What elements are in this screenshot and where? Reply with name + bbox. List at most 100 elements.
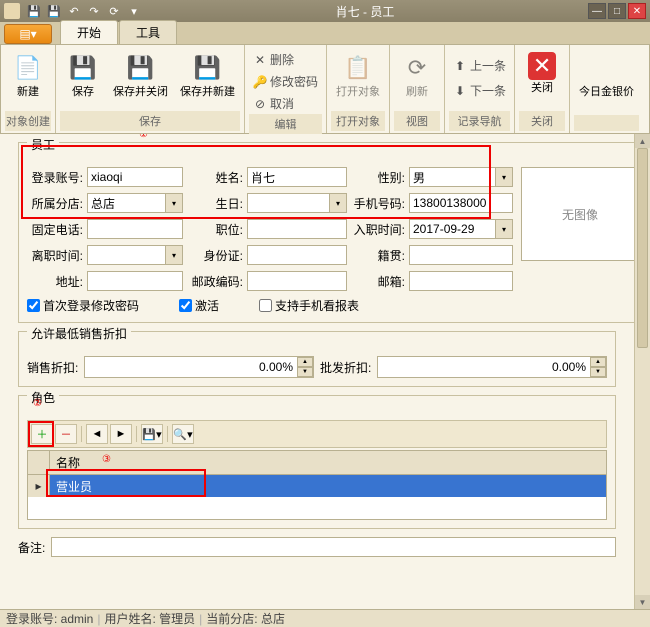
scroll-down-button[interactable]: ▼ [635, 595, 650, 609]
quick-access-toolbar: 💾 💾 ↶ ↷ ⟳ ▾ [26, 3, 142, 19]
birth-input[interactable] [247, 193, 329, 213]
new-icon: 📄 [12, 52, 44, 84]
mobile-input[interactable] [409, 193, 513, 213]
app-menu-button[interactable]: ▤▾ [4, 24, 52, 44]
prev-record-button[interactable]: ⬆上一条 [449, 55, 510, 76]
qat-undo-icon[interactable]: ↶ [66, 3, 82, 19]
whole-down-button[interactable]: ▼ [590, 367, 606, 377]
gender-label: 性别: [351, 169, 405, 186]
role-next-button[interactable]: ► [110, 424, 132, 444]
gold-icon [591, 52, 623, 84]
sale-down-button[interactable]: ▼ [297, 367, 313, 377]
role-row-selected[interactable]: ▸ 营业员 [28, 475, 606, 497]
firstpwd-checkbox[interactable]: 首次登录修改密码 [27, 297, 139, 314]
status-store: 当前分店: 总店 [206, 610, 285, 627]
qat-saveclose-icon[interactable]: 💾 [46, 3, 62, 19]
qat-dropdown-icon[interactable]: ▾ [126, 3, 142, 19]
remark-input[interactable] [51, 537, 616, 557]
qat-refresh-icon[interactable]: ⟳ [106, 3, 122, 19]
save-icon: 💾 [67, 52, 99, 84]
login-input[interactable] [87, 167, 183, 187]
leave-input[interactable] [87, 245, 165, 265]
gender-input[interactable] [409, 167, 495, 187]
native-label: 籍贯: [351, 247, 405, 264]
status-user: 用户姓名: 管理员 [104, 610, 195, 627]
zip-input[interactable] [247, 271, 347, 291]
hire-input[interactable] [409, 219, 495, 239]
scroll-thumb[interactable] [637, 148, 648, 348]
whole-up-button[interactable]: ▲ [590, 357, 606, 367]
sale-up-button[interactable]: ▲ [297, 357, 313, 367]
new-button[interactable]: 📄新建 [5, 47, 51, 104]
login-label: 登录账号: [27, 169, 83, 186]
gender-dropdown-button[interactable]: ▾ [495, 167, 513, 187]
tel-input[interactable] [87, 219, 183, 239]
birth-dropdown-button[interactable]: ▾ [329, 193, 347, 213]
close-button[interactable]: ✕关闭 [519, 47, 565, 100]
discount-fieldset: 允许最低销售折扣 销售折扣: 0.00%▲▼ 批发折扣: 0.00%▲▼ [18, 331, 616, 387]
email-input[interactable] [409, 271, 513, 291]
store-dropdown-button[interactable]: ▾ [165, 193, 183, 213]
close-window-button[interactable]: ✕ [628, 3, 646, 19]
store-input[interactable] [87, 193, 165, 213]
role-fieldset: 角色 ② ＋ － ◄ ► 💾▾ 🔍▾ ③ 名称 ▸ 营业员 [18, 395, 616, 529]
role-export-button[interactable]: 💾▾ [141, 424, 163, 444]
role-prev-button[interactable]: ◄ [86, 424, 108, 444]
next-record-button[interactable]: ⬇下一条 [449, 80, 510, 101]
checkbox-row: 首次登录修改密码 激活 支持手机看报表 [27, 297, 513, 314]
group-view-label: 视图 [394, 111, 440, 131]
maximize-button[interactable]: □ [608, 3, 626, 19]
role-search-button[interactable]: 🔍▾ [172, 424, 194, 444]
annotation-1: ① [139, 134, 148, 140]
name-label: 姓名: [187, 169, 243, 186]
vertical-scrollbar[interactable]: ▲ ▼ [634, 134, 650, 609]
qat-save-icon[interactable]: 💾 [26, 3, 42, 19]
idcard-input[interactable] [247, 245, 347, 265]
gold-price-button[interactable]: 今日金银价 [574, 47, 639, 104]
idcard-label: 身份证: [187, 247, 243, 264]
discount-legend: 允许最低销售折扣 [27, 325, 131, 342]
role-header-selector[interactable] [28, 451, 50, 471]
tab-tools[interactable]: 工具 [119, 20, 177, 44]
open-object-button[interactable]: 📋打开对象 [331, 47, 385, 104]
minimize-button[interactable]: ― [588, 3, 606, 19]
role-col-name[interactable]: 名称 [50, 451, 606, 474]
save-close-button[interactable]: 💾保存并关闭 [108, 47, 173, 104]
hire-label: 入职时间: [351, 221, 405, 238]
save-new-icon: 💾 [192, 52, 224, 84]
active-checkbox[interactable]: 激活 [179, 297, 219, 314]
name-input[interactable] [247, 167, 347, 187]
qat-redo-icon[interactable]: ↷ [86, 3, 102, 19]
sale-discount-input[interactable]: 0.00%▲▼ [84, 356, 314, 378]
save-button[interactable]: 💾保存 [60, 47, 106, 104]
pos-input[interactable] [247, 219, 347, 239]
row-indicator-icon: ▸ [28, 475, 50, 497]
refresh-button[interactable]: ⟳刷新 [394, 47, 440, 104]
mobilereport-checkbox[interactable]: 支持手机看报表 [259, 297, 359, 314]
photo-placeholder[interactable]: 无图像 [521, 167, 634, 261]
status-login: 登录账号: admin [6, 610, 93, 627]
tab-start[interactable]: 开始 [60, 20, 118, 44]
hire-dropdown-button[interactable]: ▾ [495, 219, 513, 239]
role-empty-row[interactable] [28, 497, 606, 519]
employee-form-grid: 登录账号: 姓名: 性别: ▾ 所属分店: ▾ 生日: ▾ 手机号码: 固定电话… [27, 167, 513, 291]
refresh-icon: ⟳ [401, 52, 433, 84]
delete-button[interactable]: ✕删除 [249, 49, 322, 70]
group-blank-label [574, 115, 639, 131]
pos-label: 职位: [187, 221, 243, 238]
delete-icon: ✕ [253, 53, 267, 67]
role-remove-button[interactable]: － [55, 424, 77, 444]
cancel-button[interactable]: ⊘取消 [249, 93, 322, 114]
addr-label: 地址: [27, 273, 83, 290]
annotation-3: ③ [102, 454, 111, 465]
addr-input[interactable] [87, 271, 183, 291]
save-new-button[interactable]: 💾保存并新建 [175, 47, 240, 104]
native-input[interactable] [409, 245, 513, 265]
whole-discount-input[interactable]: 0.00%▲▼ [377, 356, 607, 378]
scroll-up-button[interactable]: ▲ [635, 134, 650, 148]
group-create-label: 对象创建 [5, 111, 51, 131]
leave-dropdown-button[interactable]: ▾ [165, 245, 183, 265]
role-add-button[interactable]: ＋ [31, 424, 53, 444]
change-password-button[interactable]: 🔑修改密码 [249, 71, 322, 92]
leave-label: 离职时间: [27, 247, 83, 264]
